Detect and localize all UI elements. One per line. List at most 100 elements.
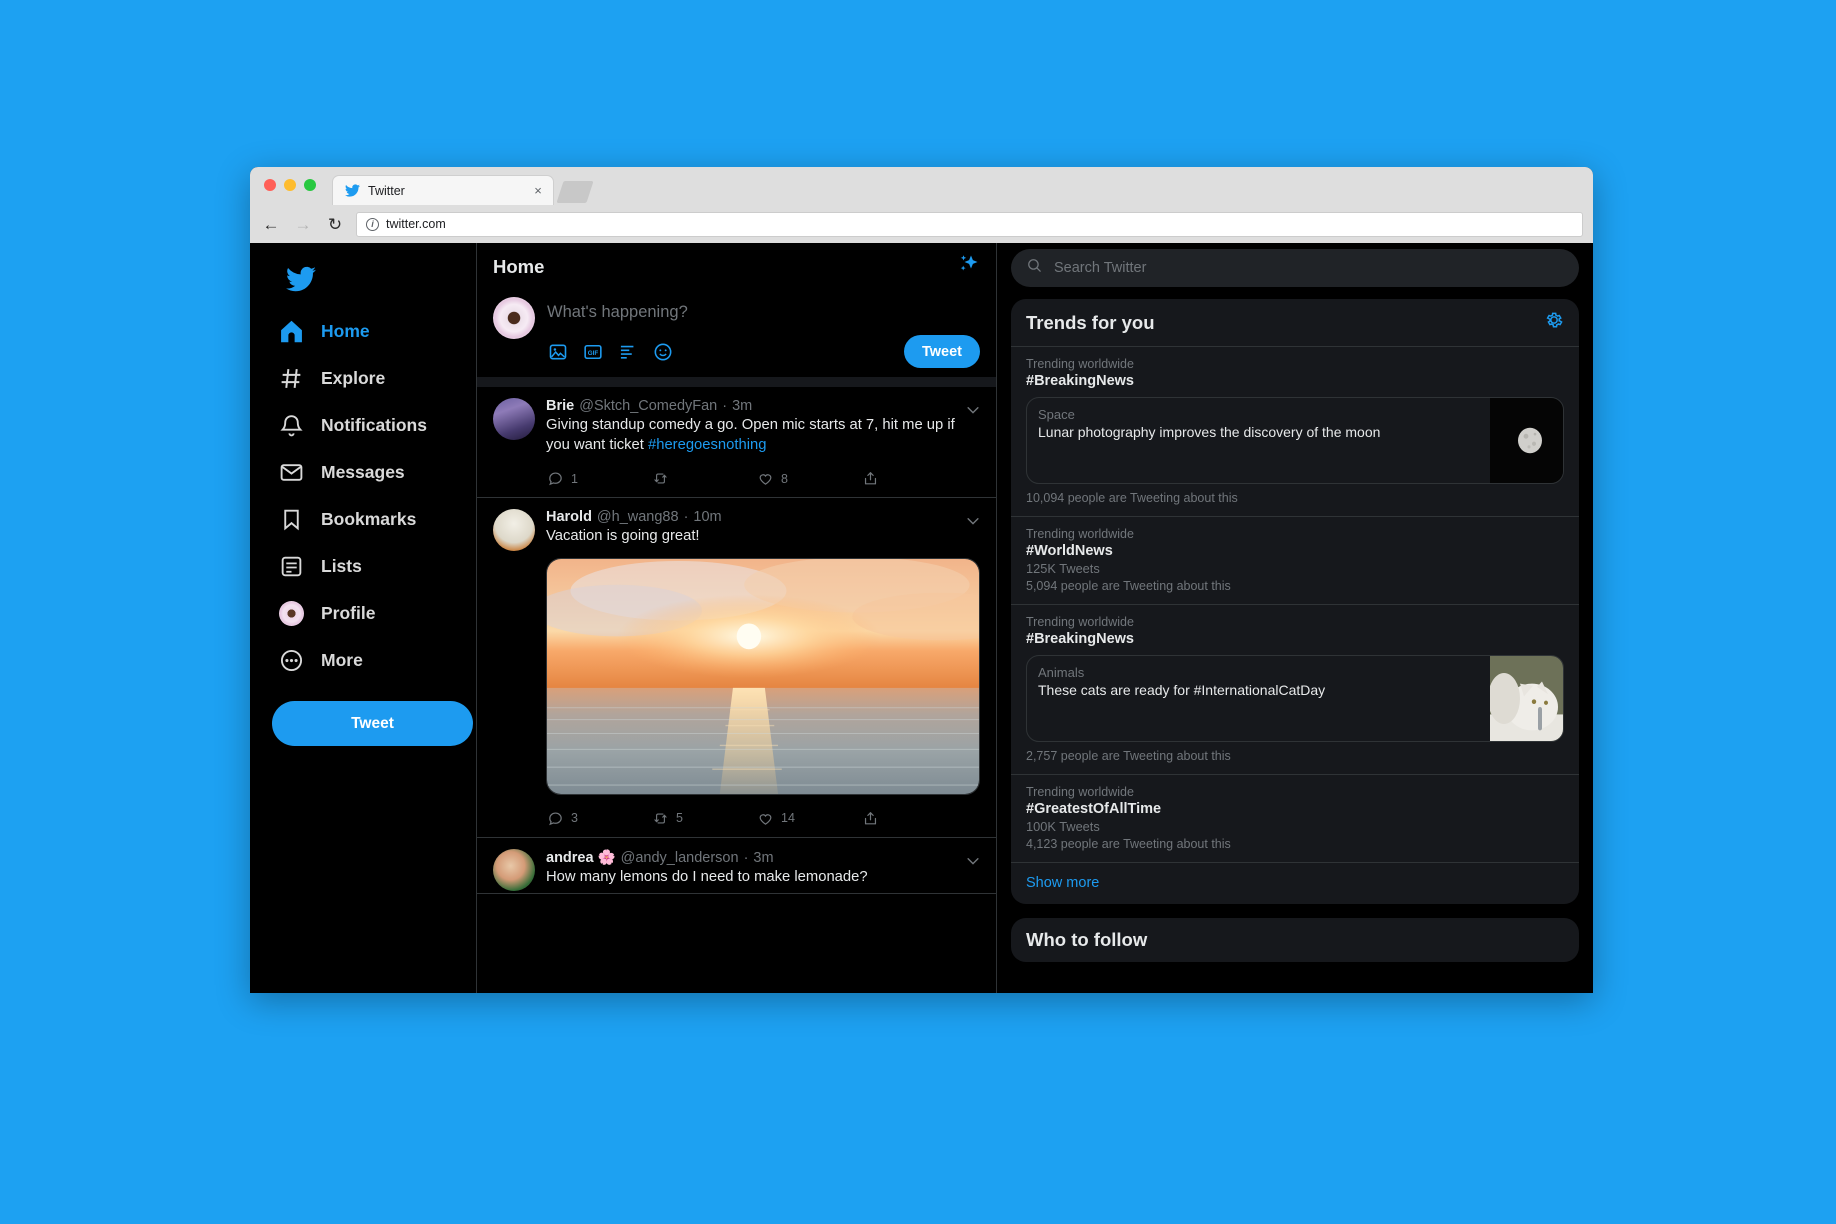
- who-to-follow-header: Who to follow: [1011, 918, 1579, 962]
- moon-thumbnail: [1490, 398, 1563, 483]
- compose-avatar[interactable]: [493, 297, 535, 339]
- browser-tab[interactable]: Twitter ×: [332, 175, 554, 205]
- gear-icon[interactable]: [1544, 310, 1564, 335]
- image-icon[interactable]: [547, 341, 568, 362]
- timeline-column: Home What's happening? GIF Tweet Brie @S…: [476, 243, 997, 993]
- search-placeholder: Search Twitter: [1054, 260, 1147, 276]
- tweet-avatar[interactable]: [493, 509, 535, 552]
- trend-people-count: 5,094 people are Tweeting about this: [1026, 579, 1231, 593]
- window-close-button[interactable]: [264, 179, 276, 191]
- who-to-follow-panel: Who to follow: [1011, 918, 1579, 962]
- sparkle-icon[interactable]: [956, 252, 980, 281]
- cat-thumbnail: [1488, 656, 1563, 741]
- tweet-timestamp: 3m: [753, 849, 774, 866]
- browser-titlebar: Twitter ×: [250, 167, 1593, 205]
- like-count: 14: [781, 811, 795, 826]
- sidebar-item-label: Explore: [321, 368, 386, 388]
- back-button[interactable]: ←: [260, 213, 282, 235]
- trend-item[interactable]: Trending worldwide #BreakingNews Animals…: [1011, 604, 1579, 774]
- sidebar-item-notifications[interactable]: Notifications: [272, 402, 441, 449]
- trend-people-count: 2,757 people are Tweeting about this: [1026, 749, 1231, 763]
- trend-item[interactable]: Trending worldwide #GreatestOfAllTime 10…: [1011, 774, 1579, 862]
- show-more-link[interactable]: Show more: [1011, 862, 1579, 904]
- like-action[interactable]: 8: [756, 470, 861, 488]
- share-action[interactable]: [861, 470, 966, 488]
- tweet-item[interactable]: andrea 🌸 @andy_landerson · 3m How many l…: [477, 838, 996, 894]
- left-sidebar: Home Explore Notifications Messages Book…: [250, 243, 476, 993]
- sidebar-item-label: Messages: [321, 462, 405, 482]
- tweet-action-bar: 3 5 14: [546, 802, 980, 835]
- tweet-author-handle: @andy_landerson: [620, 849, 739, 866]
- trend-people-count: 10,094 people are Tweeting about this: [1026, 491, 1238, 505]
- reply-count: 3: [571, 811, 578, 826]
- tweet-author-name: andrea 🌸: [546, 849, 616, 866]
- sidebar-item-more[interactable]: More: [272, 637, 377, 684]
- sidebar-item-explore[interactable]: Explore: [272, 355, 399, 402]
- twitter-app: Home Explore Notifications Messages Book…: [250, 243, 1593, 993]
- window-maximize-button[interactable]: [304, 179, 316, 191]
- tweet-hashtag[interactable]: #heregoesnothing: [648, 437, 766, 453]
- search-input[interactable]: Search Twitter: [1011, 249, 1579, 287]
- emoji-icon[interactable]: [652, 341, 673, 362]
- tweet-avatar[interactable]: [493, 398, 535, 440]
- sidebar-item-bookmarks[interactable]: Bookmarks: [272, 496, 430, 543]
- sidebar-item-label: Home: [321, 321, 370, 341]
- like-action[interactable]: 14: [756, 809, 861, 827]
- trend-news-card[interactable]: Animals These cats are ready for #Intern…: [1026, 655, 1564, 742]
- poll-icon[interactable]: [617, 341, 638, 362]
- tab-close-icon[interactable]: ×: [531, 184, 545, 197]
- tweet-timestamp: 10m: [693, 509, 722, 526]
- tweet-author-handle: @h_wang88: [596, 509, 679, 526]
- compose-tweet-button[interactable]: Tweet: [903, 335, 980, 368]
- chevron-down-icon[interactable]: [964, 852, 982, 875]
- reply-action[interactable]: 3: [546, 809, 651, 827]
- reply-icon: [546, 470, 564, 488]
- sidebar-item-lists[interactable]: Lists: [272, 543, 376, 590]
- tweet-separator: ·: [743, 849, 749, 866]
- sidebar-item-label: Lists: [321, 556, 362, 576]
- tweet-item[interactable]: Harold @h_wang88 · 10m Vacation is going…: [477, 498, 996, 838]
- sidebar-tweet-button[interactable]: Tweet: [272, 701, 473, 746]
- trend-card-headline: These cats are ready for #InternationalC…: [1038, 682, 1326, 698]
- compose-media-icons: GIF: [547, 341, 673, 362]
- avatar-icon: [278, 601, 304, 627]
- forward-button[interactable]: →: [292, 213, 314, 235]
- retweet-action[interactable]: [651, 470, 756, 488]
- tweet-timestamp: 3m: [732, 398, 753, 414]
- gif-icon[interactable]: GIF: [582, 341, 603, 362]
- right-sidebar: Search Twitter Trends for you Trending w…: [997, 243, 1593, 993]
- tweet-text: How many lemons do I need to make lemona…: [546, 868, 868, 885]
- trend-category: Trending worldwide: [1026, 615, 1134, 629]
- trend-item[interactable]: Trending worldwide #BreakingNews Space L…: [1011, 346, 1579, 516]
- sidebar-item-messages[interactable]: Messages: [272, 449, 419, 496]
- twitter-logo-icon[interactable]: [278, 256, 324, 302]
- retweet-action[interactable]: 5: [651, 809, 756, 827]
- trend-hashtag: #GreatestOfAllTime: [1026, 801, 1162, 817]
- tab-strip-ghost: [556, 181, 594, 203]
- trend-news-card[interactable]: Space Lunar photography improves the dis…: [1026, 397, 1564, 484]
- address-bar[interactable]: i twitter.com: [356, 211, 1583, 237]
- trend-item[interactable]: Trending worldwide #WorldNews 125K Tweet…: [1011, 516, 1579, 604]
- tweet-item[interactable]: Brie @Sktch_ComedyFan · 3m Giving standu…: [477, 387, 996, 499]
- chevron-down-icon[interactable]: [964, 401, 982, 424]
- bookmark-icon: [278, 507, 304, 533]
- compose-tweet-box: What's happening? GIF Tweet: [477, 290, 996, 387]
- chevron-down-icon[interactable]: [964, 512, 982, 535]
- reply-action[interactable]: 1: [546, 470, 651, 488]
- sidebar-item-label: More: [321, 650, 363, 670]
- tweet-avatar[interactable]: [493, 848, 535, 891]
- browser-window: Twitter × ← → ↻ i twitter.com Home Explo…: [250, 167, 1593, 993]
- site-info-icon[interactable]: i: [366, 217, 379, 231]
- reload-button[interactable]: ↻: [324, 213, 346, 235]
- sidebar-item-home[interactable]: Home: [272, 308, 384, 355]
- retweet-count: 5: [676, 811, 683, 826]
- trend-hashtag: #WorldNews: [1026, 543, 1113, 559]
- compose-input[interactable]: What's happening?: [547, 303, 980, 322]
- tweet-media-image[interactable]: [546, 557, 980, 795]
- tweet-separator: ·: [683, 509, 689, 526]
- sidebar-item-profile[interactable]: Profile: [272, 590, 389, 637]
- share-action[interactable]: [861, 809, 966, 827]
- list-icon: [278, 554, 304, 580]
- tweet-action-bar: 1 8: [546, 462, 980, 495]
- window-minimize-button[interactable]: [284, 179, 296, 191]
